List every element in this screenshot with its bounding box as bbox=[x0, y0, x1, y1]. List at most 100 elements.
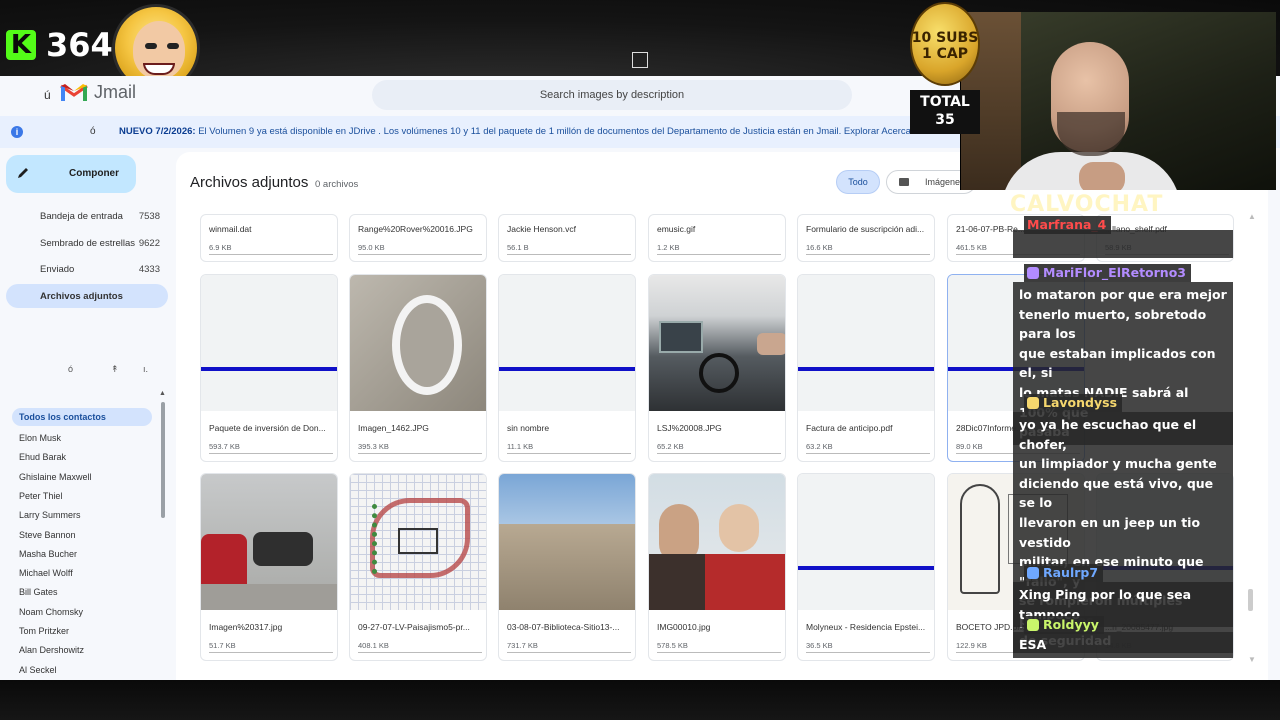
kick-logo-icon: K bbox=[6, 30, 36, 60]
card-divider bbox=[657, 254, 781, 255]
attachment-card[interactable]: 03-08-07-Biblioteca-Sitio13-... 731.7 KB bbox=[498, 473, 636, 661]
contacts-header[interactable]: Todos los contactos bbox=[12, 408, 152, 426]
contact-item[interactable]: Steve Bannon bbox=[19, 530, 76, 540]
contacts-scrollbar[interactable] bbox=[161, 402, 165, 518]
grid-scrollbar[interactable] bbox=[1248, 589, 1253, 611]
attachment-filename[interactable]: Formulario de suscripción adi... bbox=[806, 224, 928, 234]
thumbnail-placeholder-bar bbox=[201, 367, 337, 371]
card-divider bbox=[507, 254, 631, 255]
attachment-thumbnail[interactable] bbox=[350, 474, 486, 610]
scroll-up-arrow-icon[interactable]: ▲ bbox=[159, 390, 166, 397]
contact-item[interactable]: Ehud Barak bbox=[19, 452, 66, 462]
attachment-filename[interactable]: winmail.dat bbox=[209, 224, 331, 234]
chat-overlay-title: CALVOCHAT bbox=[1010, 192, 1164, 217]
attachment-thumbnail[interactable] bbox=[798, 474, 934, 610]
attachment-filename[interactable]: Molyneux - Residencia Epstei... bbox=[806, 622, 928, 632]
nav-tool-icon[interactable]: ı. bbox=[143, 364, 148, 374]
nav-item-inbox[interactable]: Bandeja de entrada 7538 bbox=[6, 204, 168, 228]
thumbnail-placeholder-bar bbox=[798, 367, 934, 371]
attachment-filename[interactable]: Imagen%20317.jpg bbox=[209, 622, 331, 632]
attachment-thumbnail[interactable] bbox=[499, 474, 635, 610]
attachment-filename[interactable]: 09-27-07-LV-Paisajismo5-pr... bbox=[358, 622, 480, 632]
attachment-card[interactable]: LSJ%20008.JPG 65.2 KB bbox=[648, 274, 786, 462]
banner-message: NUEVO 7/2/2026: El Volumen 9 ya está dis… bbox=[119, 126, 950, 137]
attachment-filename[interactable]: LSJ%20008.JPG bbox=[657, 423, 779, 433]
attachment-card[interactable]: Formulario de suscripción adi... 16.6 KB bbox=[797, 214, 935, 262]
scroll-up-arrow-icon[interactable]: ▲ bbox=[1248, 212, 1256, 221]
attachment-card[interactable]: Range%20Rover%20016.JPG 95.0 KB bbox=[349, 214, 487, 262]
attachment-size: 408.1 KB bbox=[358, 641, 389, 650]
attachment-card[interactable]: emusic.gif 1.2 KB bbox=[648, 214, 786, 262]
nav-item-attachments[interactable]: Archivos adjuntos bbox=[6, 284, 168, 308]
app-logo-text[interactable]: Jmail bbox=[94, 82, 136, 103]
attachment-card[interactable]: Factura de anticipo.pdf 63.2 KB bbox=[797, 274, 935, 462]
attachment-filename[interactable]: Range%20Rover%20016.JPG bbox=[358, 224, 480, 234]
attachment-filename[interactable]: Paquete de inversión de Don... bbox=[209, 423, 331, 433]
scroll-down-arrow-icon[interactable]: ▼ bbox=[1248, 655, 1256, 664]
contact-item[interactable]: Alan Dershowitz bbox=[19, 645, 84, 655]
attachment-size: 89.0 KB bbox=[956, 442, 983, 451]
compose-button[interactable]: Componer bbox=[6, 155, 136, 193]
attachment-filename[interactable]: emusic.gif bbox=[657, 224, 779, 234]
chat-username-text: Roldyyy bbox=[1043, 617, 1099, 632]
contact-item[interactable]: Masha Bucher bbox=[19, 549, 77, 559]
attachment-size: 51.7 KB bbox=[209, 641, 236, 650]
attachment-thumbnail[interactable] bbox=[201, 474, 337, 610]
screen-capture-icon[interactable] bbox=[632, 52, 648, 68]
attachment-card[interactable]: IMG00010.jpg 578.5 KB bbox=[648, 473, 786, 661]
contact-item[interactable]: Noam Chomsky bbox=[19, 607, 83, 617]
attachment-filename[interactable]: Imagen_1462.JPG bbox=[358, 423, 480, 433]
search-input[interactable]: Search images by description bbox=[372, 80, 852, 110]
attachment-thumbnail[interactable] bbox=[798, 275, 934, 411]
nav-item-starred[interactable]: Sembrado de estrellas 9622 bbox=[6, 231, 168, 255]
nav-item-sent[interactable]: Enviado 4333 bbox=[6, 257, 168, 281]
attachments-count: 0 archivos bbox=[315, 179, 359, 190]
account-glyph[interactable]: ú bbox=[44, 88, 51, 102]
chat-message-line: yo ya he escuchao que el chofer, bbox=[1019, 417, 1197, 452]
subs-total-box: TOTAL 35 bbox=[910, 90, 980, 134]
attachment-card[interactable]: sin nombre 11.1 KB bbox=[498, 274, 636, 462]
contact-item[interactable]: Bill Gates bbox=[19, 587, 58, 597]
chat-username[interactable]: Raulrp7 bbox=[1024, 564, 1104, 582]
attachment-card[interactable]: Imagen_1462.JPG 395.3 KB bbox=[349, 274, 487, 462]
contact-item[interactable]: Tom Pritzker bbox=[19, 626, 69, 636]
attachment-thumbnail[interactable] bbox=[649, 474, 785, 610]
attachment-thumbnail[interactable] bbox=[499, 275, 635, 411]
attachment-thumbnail[interactable] bbox=[649, 275, 785, 411]
attachment-thumbnail[interactable] bbox=[350, 275, 486, 411]
card-divider bbox=[507, 453, 631, 454]
total-value: 35 bbox=[935, 112, 955, 128]
contact-item[interactable]: Peter Thiel bbox=[19, 491, 62, 501]
card-divider bbox=[358, 453, 482, 454]
attachment-filename[interactable]: IMG00010.jpg bbox=[657, 622, 779, 632]
nav-tool-icon[interactable]: ↟ bbox=[111, 364, 119, 375]
pencil-icon bbox=[18, 168, 28, 178]
jmail-logo-icon[interactable] bbox=[60, 82, 88, 102]
attachment-thumbnail[interactable] bbox=[201, 275, 337, 411]
attachment-card[interactable]: Jackie Henson.vcf 56.1 B bbox=[498, 214, 636, 262]
filter-all-chip[interactable]: Todo bbox=[836, 170, 880, 194]
attachment-card[interactable]: winmail.dat 6.9 KB bbox=[200, 214, 338, 262]
attachment-filename[interactable]: Jackie Henson.vcf bbox=[507, 224, 629, 234]
contact-item[interactable]: Michael Wolff bbox=[19, 568, 73, 578]
contact-item[interactable]: Elon Musk bbox=[19, 433, 61, 443]
chat-username[interactable]: MariFlor_ElRetorno3 bbox=[1024, 264, 1191, 282]
chat-message-line: que estaban implicados con el, si bbox=[1019, 345, 1216, 381]
attachment-filename[interactable]: sin nombre bbox=[507, 423, 629, 433]
chat-username[interactable]: Lavondyss bbox=[1024, 394, 1123, 412]
attachment-filename[interactable]: Factura de anticipo.pdf bbox=[806, 423, 928, 433]
attachment-card[interactable]: Imagen%20317.jpg 51.7 KB bbox=[200, 473, 338, 661]
attachment-card[interactable]: Molyneux - Residencia Epstei... 36.5 KB bbox=[797, 473, 935, 661]
attachment-card[interactable]: 09-27-07-LV-Paisajismo5-pr... 408.1 KB bbox=[349, 473, 487, 661]
attachment-filename[interactable]: 03-08-07-Biblioteca-Sitio13-... bbox=[507, 622, 629, 632]
chat-message: ESA bbox=[1013, 632, 1233, 658]
contact-item[interactable]: Ghislaine Maxwell bbox=[19, 472, 92, 482]
nav-tool-icon[interactable]: ó bbox=[68, 364, 73, 374]
subs-goal-coin: 10 SUBS 1 CAP bbox=[910, 2, 980, 86]
contact-item[interactable]: Larry Summers bbox=[19, 510, 81, 520]
attachment-size: 1.2 KB bbox=[657, 243, 680, 252]
attachment-card[interactable]: Paquete de inversión de Don... 593.7 KB bbox=[200, 274, 338, 462]
banner-text[interactable]: El Volumen 9 ya está disponible en JDriv… bbox=[196, 126, 949, 137]
total-label: TOTAL bbox=[920, 94, 970, 110]
contact-item[interactable]: Al Seckel bbox=[19, 665, 57, 675]
